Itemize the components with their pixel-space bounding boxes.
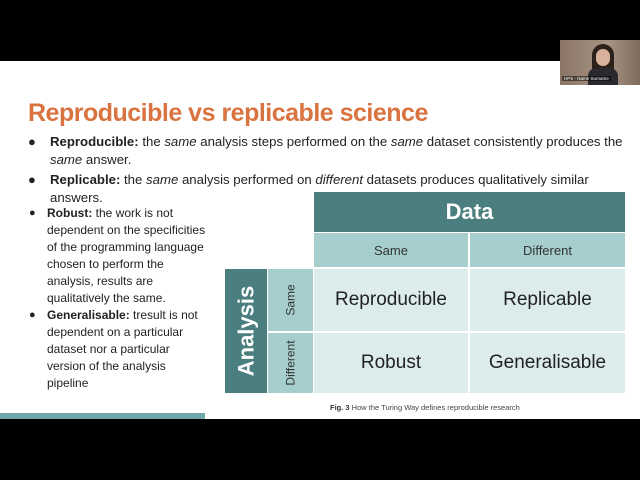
row-header-label: Same — [283, 284, 298, 316]
figure-number: Fig. 3 — [330, 403, 350, 412]
bullet-text: the work is not dependent on the specifi… — [47, 206, 206, 305]
cell-generalisable: Generalisable — [470, 333, 625, 393]
cell-reproducible: Reproducible — [314, 269, 468, 331]
bullet-dot-icon: ● — [29, 309, 36, 321]
bullet-term: Generalisable: — [47, 308, 130, 322]
left-bullet-list: ● Robust: the work is not dependent on t… — [28, 205, 208, 392]
bullet-robust: ● Robust: the work is not dependent on t… — [28, 205, 208, 307]
speaker-face — [596, 49, 610, 66]
bullet-term: Replicable: — [50, 172, 121, 187]
speaker-webcam-thumbnail[interactable]: HPS - Name Surname — [560, 40, 640, 85]
bullet-dot-icon: ● — [28, 172, 36, 187]
presentation-slide: Reproducible vs replicable science ● Rep… — [0, 61, 640, 419]
row-header-label: Different — [283, 340, 298, 386]
bullet-emphasis: same — [390, 134, 424, 149]
slide-title: Reproducible vs replicable science — [28, 99, 428, 127]
cell-robust: Robust — [314, 333, 468, 393]
bullet-text: dataset consistently produces the — [423, 134, 623, 149]
bullet-dot-icon: ● — [28, 134, 36, 149]
bullet-emphasis: same — [146, 172, 179, 187]
bullet-term: Robust: — [47, 206, 93, 220]
row-header-different: Different — [268, 333, 313, 393]
cell-replicable: Replicable — [470, 269, 625, 331]
slide-footer-gap — [205, 413, 640, 419]
bullet-text: the — [120, 172, 147, 187]
column-header-different: Different — [470, 233, 625, 267]
bullet-term: Reproducible: — [50, 134, 139, 149]
bullet-emphasis: same — [164, 134, 197, 149]
bullet-reproducible: ● Reproducible: the same analysis steps … — [26, 133, 636, 169]
bullet-text: the — [138, 134, 165, 149]
bullet-text: answer. — [82, 152, 132, 167]
caption-text: How the Turing Way defines reproducible … — [349, 403, 520, 412]
webcam-name-label: HPS - Name Surname — [562, 76, 611, 81]
data-header: Data — [314, 192, 625, 232]
figure-caption: Fig. 3 How the Turing Way defines reprod… — [330, 403, 520, 412]
row-header-same: Same — [268, 269, 313, 331]
analysis-header-label: Analysis — [233, 285, 258, 377]
bullet-emphasis: same — [50, 152, 83, 167]
bullet-text: analysis steps performed on the — [196, 134, 391, 149]
bullet-emphasis: different — [315, 172, 364, 187]
bullet-text: analysis performed on — [178, 172, 316, 187]
bullet-dot-icon: ● — [29, 207, 36, 219]
column-header-same: Same — [314, 233, 468, 267]
bullet-generalisable: ● Generalisable: tresult is not dependen… — [28, 307, 208, 392]
analysis-header: Analysis — [225, 269, 267, 393]
